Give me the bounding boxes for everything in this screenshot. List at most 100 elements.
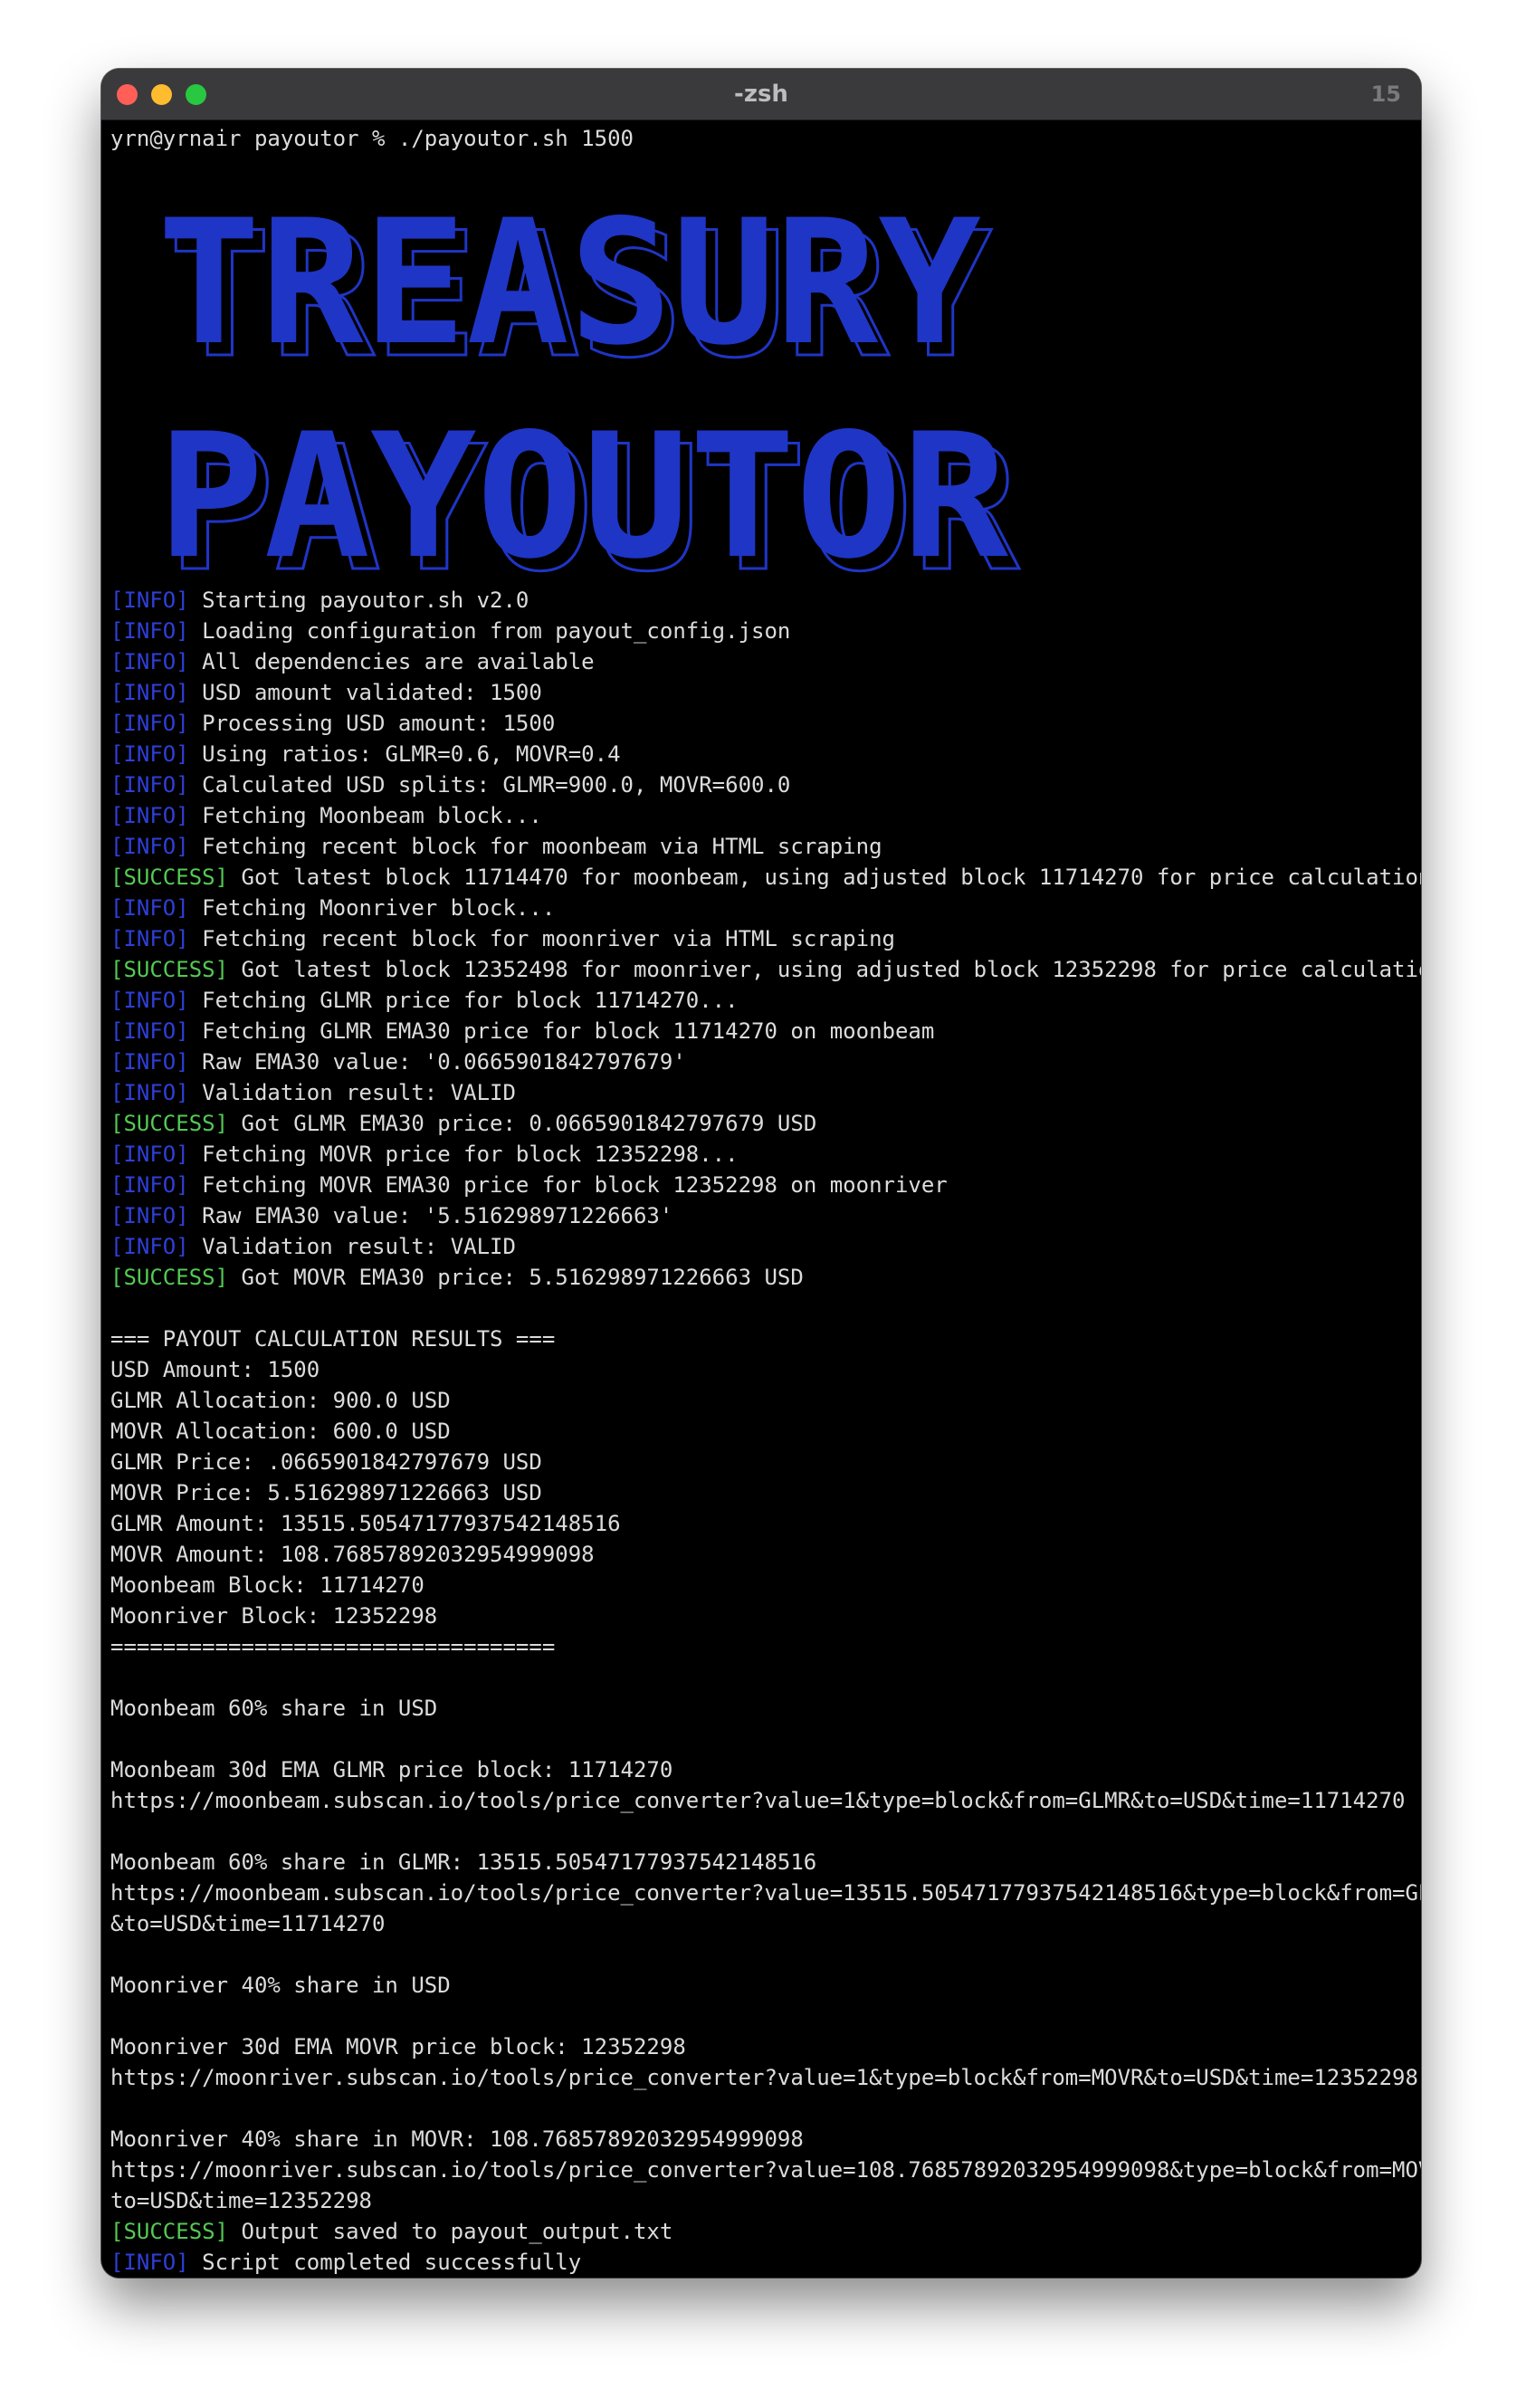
success-tag: [SUCCESS] [110,957,229,982]
log-line: [INFO] Fetching MOVR price for block 123… [110,1139,1412,1170]
info-tag: [INFO] [110,926,189,951]
log-text: ================================== [110,1634,556,1659]
log-text: GLMR Allocation: 900.0 USD [110,1388,451,1413]
log-text: Using ratios: GLMR=0.6, MOVR=0.4 [188,741,621,767]
log-text: Fetching MOVR EMA30 price for block 1235… [188,1172,948,1198]
info-tag: [INFO] [110,1080,189,1105]
log-line: https://moonriver.subscan.io/tools/price… [110,2062,1418,2093]
tab-count-badge: 15 [1370,81,1401,107]
log-line: GLMR Allocation: 900.0 USD [110,1385,1412,1416]
success-tag: [SUCCESS] [110,865,229,890]
log-output: [INFO] Starting payoutor.sh v2.0 [INFO] L… [110,585,1421,2278]
log-line: [INFO] Fetching GLMR EMA30 price for blo… [110,1016,1412,1046]
success-tag: [SUCCESS] [110,1265,229,1290]
log-line: [INFO] Fetching recent block for moonriv… [110,923,1412,954]
info-tag: [INFO] [110,741,189,767]
info-tag: [INFO] [110,895,189,921]
command-prompt: yrn@yrnair payoutor % ./payoutor.sh 1500 [110,126,634,151]
log-line: [INFO] Validation result: VALID [110,1231,1412,1262]
title-bar: -zsh 15 [101,69,1421,120]
log-line: Moonbeam 60% share in USD [110,1693,1412,1724]
log-line: [INFO] Processing USD amount: 1500 [110,708,1412,739]
log-line: Moonbeam 30d EMA GLMR price block: 11714… [110,1754,1412,1785]
log-text: &to=USD&time=11714270 [110,1911,386,1936]
log-line: GLMR Amount: 13515.50547177937542148516 [110,1508,1412,1539]
log-text: USD Amount: 1500 [110,1357,320,1382]
info-tag: [INFO] [110,680,189,705]
log-line: [INFO] Raw EMA30 value: '5.5162989712266… [110,1200,1412,1231]
log-text: Fetching GLMR price for block 11714270..… [188,988,739,1013]
log-line: [INFO] Calculated USD splits: GLMR=900.0… [110,769,1412,800]
banner-line2: PAYOUTOR [157,397,1009,587]
log-text: GLMR Amount: 13515.50547177937542148516 [110,1511,621,1536]
info-tag: [INFO] [110,1203,189,1228]
log-line: === PAYOUT CALCULATION RESULTS === [110,1323,1412,1354]
log-line: [INFO] Fetching Moonbeam block... [110,800,1412,831]
info-tag: [INFO] [110,1234,189,1259]
log-line: [SUCCESS] Output saved to payout_output.… [110,2216,1412,2247]
log-text: to=USD&time=12352298 [110,2188,372,2213]
info-tag: [INFO] [110,1018,189,1044]
log-line: Moonriver 40% share in USD [110,1970,1412,2001]
log-text: Script completed successfully [188,2250,582,2275]
log-text: Fetching recent block for moonriver via … [188,926,895,951]
log-line: [INFO] Raw EMA30 value: '0.0665901842797… [110,1046,1412,1077]
log-text: Raw EMA30 value: '5.516298971226663' [188,1203,673,1228]
log-text: Moonriver 30d EMA MOVR price block: 1235… [110,2034,686,2059]
log-text: Moonbeam Block: 11714270 [110,1572,424,1598]
log-text: Fetching Moonriver block... [188,895,556,921]
info-tag: [INFO] [110,649,189,674]
log-line: [SUCCESS] Got GLMR EMA30 price: 0.066590… [110,1108,1412,1139]
log-text: MOVR Price: 5.516298971226663 USD [110,1480,542,1505]
log-text: GLMR Price: .0665901842797679 USD [110,1449,542,1475]
log-line: [INFO] Loading configuration from payout… [110,616,1412,646]
log-text: Fetching GLMR EMA30 price for block 1171… [188,1018,935,1044]
banner-art: TREASURY TREASURY PAYOUTOR PAYOUTOR [157,183,1021,587]
info-tag: [INFO] [110,803,189,828]
info-tag: [INFO] [110,588,189,613]
log-line: https://moonbeam.subscan.io/tools/price_… [110,1785,1412,1816]
log-text: Moonriver 40% share in USD [110,1973,451,1998]
log-line: [INFO] Fetching GLMR price for block 117… [110,985,1412,1016]
log-text: Moonbeam 60% share in USD [110,1696,438,1721]
log-text: Calculated USD splits: GLMR=900.0, MOVR=… [188,772,791,798]
log-text: Starting payoutor.sh v2.0 [188,588,529,613]
log-text: MOVR Amount: 108.76857892032954999098 [110,1542,595,1567]
log-line: [INFO] USD amount validated: 1500 [110,677,1412,708]
log-line: MOVR Allocation: 600.0 USD [110,1416,1412,1447]
log-text: Moonbeam 30d EMA GLMR price block: 11714… [110,1757,673,1782]
log-line: https://moonbeam.subscan.io/tools/price_… [110,1878,1421,1908]
info-tag: [INFO] [110,1142,189,1167]
log-text: https://moonbeam.subscan.io/tools/price_… [110,1788,1406,1813]
ascii-banner: TREASURY TREASURY PAYOUTOR PAYOUTOR [110,154,1412,587]
log-line: to=USD&time=12352298 [110,2185,1412,2216]
terminal-output[interactable]: yrn@yrnair payoutor % ./payoutor.sh 1500… [110,123,1421,2278]
log-text: Got latest block 12352498 for moonriver,… [228,957,1421,982]
window-title: -zsh [734,81,788,108]
info-tag: [INFO] [110,1172,189,1198]
success-tag: [SUCCESS] [110,2219,229,2244]
log-line: [SUCCESS] Got latest block 11714470 for … [110,862,1421,893]
log-text: Validation result: VALID [188,1234,516,1259]
log-text: Fetching recent block for moonbeam via H… [188,834,882,859]
log-line: Moonriver 30d EMA MOVR price block: 1235… [110,2031,1412,2062]
info-tag: [INFO] [110,834,189,859]
terminal-window: -zsh 15 yrn@yrnair payoutor % ./payoutor… [101,69,1421,2278]
log-text: Output saved to payout_output.txt [228,2219,673,2244]
log-line: ================================== [110,1631,1412,1662]
log-text: Loading configuration from payout_config… [188,618,791,644]
info-tag: [INFO] [110,2250,189,2275]
log-line: https://moonriver.subscan.io/tools/price… [110,2155,1421,2185]
log-line: USD Amount: 1500 [110,1354,1412,1385]
log-text: Fetching MOVR price for block 12352298..… [188,1142,739,1167]
log-text: Validation result: VALID [188,1080,516,1105]
log-text: https://moonriver.subscan.io/tools/price… [110,2065,1418,2090]
info-tag: [INFO] [110,618,189,644]
banner-line1: TREASURY [157,183,981,383]
log-line: [INFO] Validation result: VALID [110,1077,1412,1108]
